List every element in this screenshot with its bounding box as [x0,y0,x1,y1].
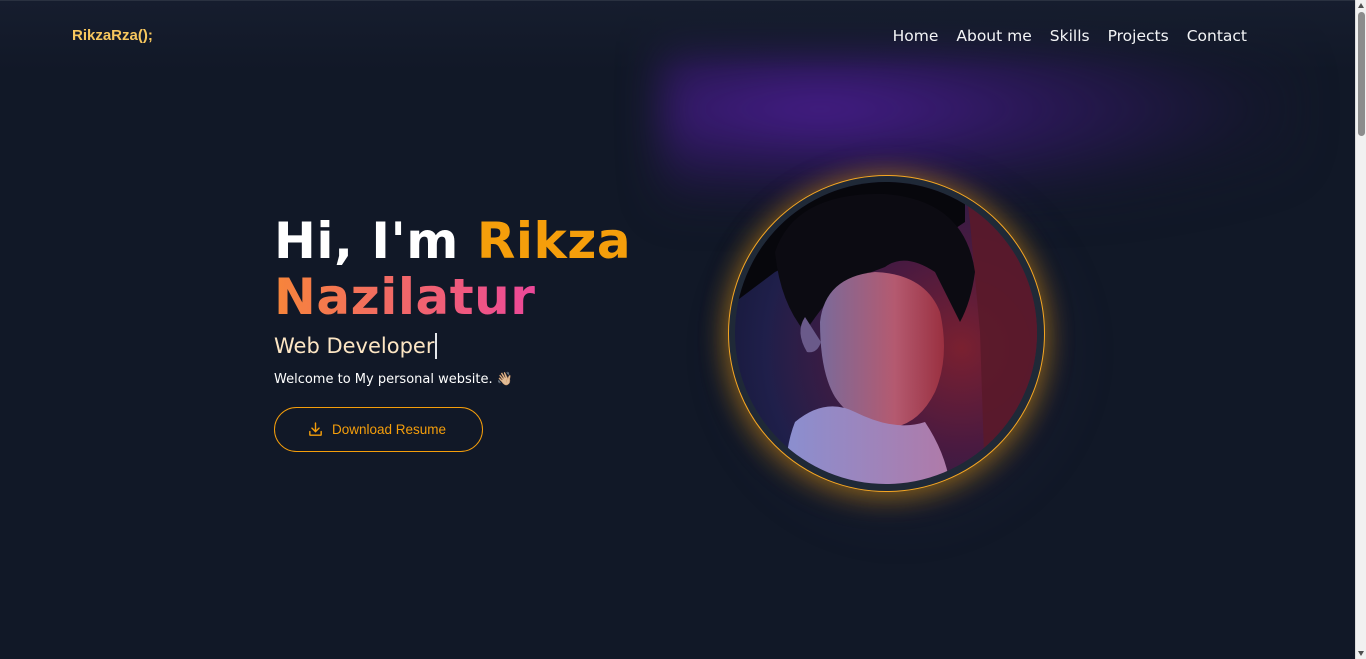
nav-home-link[interactable]: Home [893,27,939,45]
vertical-scrollbar[interactable] [1355,0,1366,659]
nav-skills-link[interactable]: Skills [1050,27,1090,45]
scroll-down-arrow-icon[interactable] [1358,651,1364,656]
hero-first-name: Rikza [476,212,632,270]
nav-contact-link[interactable]: Contact [1187,27,1247,45]
hero-welcome-text: Welcome to My personal website. 👋🏼 [274,372,513,387]
typing-cursor [435,333,437,359]
scrollbar-thumb[interactable] [1358,12,1365,136]
hero-section: Hi, I'm Rikza Nazilatur Web Developer We… [274,213,694,452]
page-viewport: RikzaRza(); Home About me Skills Project… [0,0,1355,659]
profile-portrait-illustration [735,182,1037,484]
hero-last-name: Nazilatur [274,268,536,326]
hero-headline: Hi, I'm Rikza Nazilatur [274,213,694,325]
main-nav: Home About me Skills Projects Contact [893,27,1247,45]
download-resume-button[interactable]: Download Resume [274,407,483,452]
profile-photo-frame [728,175,1045,492]
scroll-up-arrow-icon[interactable] [1358,3,1364,8]
nav-projects-link[interactable]: Projects [1108,27,1169,45]
profile-photo [735,182,1037,484]
site-logo[interactable]: RikzaRza(); [72,27,153,44]
hero-greeting: Hi, I'm [274,212,459,270]
nav-about-link[interactable]: About me [956,27,1031,45]
hero-role: Web Developer [274,333,694,359]
download-resume-label: Download Resume [332,422,447,437]
download-icon [309,422,322,436]
hero-role-text: Web Developer [274,334,435,358]
